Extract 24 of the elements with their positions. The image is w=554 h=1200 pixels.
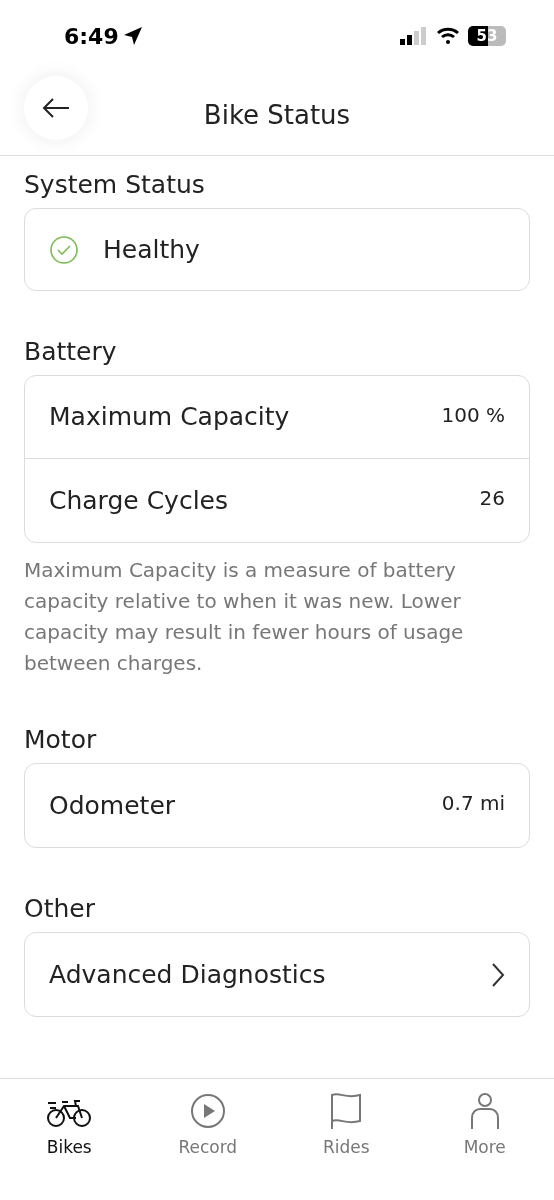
clock: 6:49	[64, 22, 119, 51]
row-value: 100 %	[441, 402, 505, 429]
status-label: Healthy	[103, 233, 200, 266]
tab-bar-item[interactable]: Bikes	[0, 1091, 139, 1161]
row-label: Odometer	[49, 789, 176, 822]
section-title: Other	[24, 893, 96, 926]
tab-bar-item[interactable]: More	[415, 1091, 554, 1161]
tab-bar-item[interactable]: Record	[138, 1091, 277, 1161]
row-label: Advanced Diagnostics	[49, 958, 326, 991]
back-arrow-icon	[42, 98, 70, 118]
row-value: 26	[479, 485, 505, 512]
wifi-icon	[436, 27, 460, 45]
signal-icon	[400, 27, 428, 45]
section-title: System Status	[24, 169, 206, 202]
location-arrow-icon	[122, 26, 143, 46]
battery-note: Maximum Capacity is a measure of battery capacity relative to when it was new. Lower capacity may result in fewer hours of usage between charges.	[24, 557, 465, 677]
tab-bar-item[interactable]: Rides	[277, 1091, 416, 1161]
section-title: Battery	[24, 336, 118, 369]
section-title: Motor	[24, 724, 98, 757]
row-label: Charge Cycles	[49, 484, 228, 517]
chevron-right-icon	[491, 961, 505, 988]
page-title: Bike Status	[203, 99, 351, 132]
row-value: 0.7 mi	[441, 790, 505, 817]
row-label: Maximum Capacity	[49, 401, 290, 434]
